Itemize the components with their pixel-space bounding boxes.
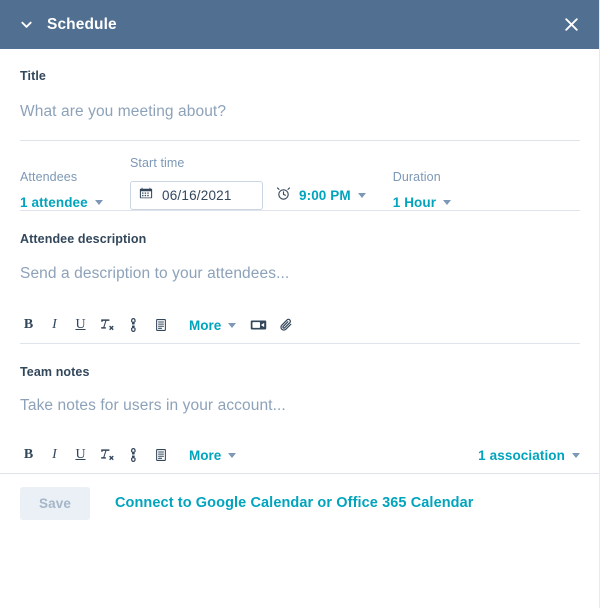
attendees-value: 1 attendee — [20, 195, 88, 210]
attendees-label: Attendees — [20, 170, 130, 184]
italic-icon[interactable]: I — [46, 316, 63, 334]
link-icon[interactable] — [126, 316, 143, 334]
attendee-description-input[interactable]: Send a description to your attendees... — [20, 265, 580, 283]
chevron-down-icon — [228, 323, 236, 328]
attendees-dropdown[interactable]: 1 attendee — [20, 195, 130, 210]
attendee-description-label: Attendee description — [20, 232, 580, 246]
date-value: 06/16/2021 — [162, 188, 232, 203]
time-dropdown[interactable]: 9:00 PM — [276, 186, 366, 206]
association-dropdown[interactable]: 1 association — [478, 448, 580, 463]
chevron-down-icon — [95, 200, 103, 205]
start-time-field: Start time 06/16/2021 9:00 PM — [130, 156, 366, 210]
time-value: 9:00 PM — [299, 188, 351, 203]
page-title: Schedule — [47, 16, 560, 34]
duration-value: 1 Hour — [393, 195, 436, 210]
chevron-down-icon — [228, 453, 236, 458]
underline-icon[interactable]: U — [72, 316, 89, 334]
title-input[interactable]: What are you meeting about? — [20, 103, 580, 121]
bold-icon[interactable]: B — [20, 446, 37, 464]
connect-calendar-link[interactable]: Connect to Google Calendar or Office 365… — [115, 495, 474, 511]
more-dropdown[interactable]: More — [189, 318, 236, 333]
chevron-down-icon — [358, 193, 366, 198]
panel-footer: Save Connect to Google Calendar or Offic… — [0, 474, 600, 532]
bold-icon[interactable]: B — [20, 316, 37, 334]
description-toolbar: B I U More — [0, 307, 600, 343]
duration-dropdown[interactable]: 1 Hour — [393, 195, 451, 210]
more-dropdown[interactable]: More — [189, 448, 236, 463]
italic-icon[interactable]: I — [46, 446, 63, 464]
team-notes-input[interactable]: Take notes for users in your account... — [20, 397, 580, 415]
clear-formatting-icon[interactable] — [98, 446, 115, 464]
list-icon[interactable] — [152, 316, 169, 334]
date-input[interactable]: 06/16/2021 — [130, 181, 263, 210]
team-notes-label: Team notes — [20, 365, 580, 379]
alarm-clock-icon — [276, 186, 291, 206]
clear-formatting-icon[interactable] — [98, 316, 115, 334]
duration-field: Duration 1 Hour — [393, 170, 451, 210]
notes-toolbar: B I U More 1 association — [0, 437, 600, 473]
duration-label: Duration — [393, 170, 451, 184]
video-icon[interactable] — [250, 316, 267, 334]
attendees-field: Attendees 1 attendee — [20, 170, 130, 210]
more-label: More — [189, 448, 221, 463]
panel-header: Schedule — [0, 0, 600, 49]
attachment-icon[interactable] — [278, 316, 295, 334]
chevron-down-icon — [443, 200, 451, 205]
meta-row: Attendees 1 attendee Start time 06/16/20… — [0, 141, 600, 210]
chevron-down-icon — [572, 453, 580, 458]
chevron-down-icon[interactable] — [17, 16, 35, 34]
list-icon[interactable] — [152, 446, 169, 464]
time-value-wrap: 9:00 PM — [299, 188, 366, 203]
team-notes-section: Team notes Take notes for users in your … — [0, 344, 600, 415]
link-icon[interactable] — [126, 446, 143, 464]
underline-icon[interactable]: U — [72, 446, 89, 464]
start-time-label: Start time — [130, 156, 366, 170]
calendar-icon — [139, 186, 153, 205]
attendee-description-section: Attendee description Send a description … — [0, 211, 600, 283]
panel-body: Title What are you meeting about? Attend… — [0, 49, 600, 532]
title-section: Title What are you meeting about? — [0, 49, 600, 121]
association-label: 1 association — [478, 448, 565, 463]
schedule-panel: Schedule Title What are you meeting abou… — [0, 0, 600, 608]
title-label: Title — [20, 69, 580, 83]
save-button[interactable]: Save — [20, 487, 90, 520]
more-label: More — [189, 318, 221, 333]
close-icon[interactable] — [560, 14, 582, 36]
